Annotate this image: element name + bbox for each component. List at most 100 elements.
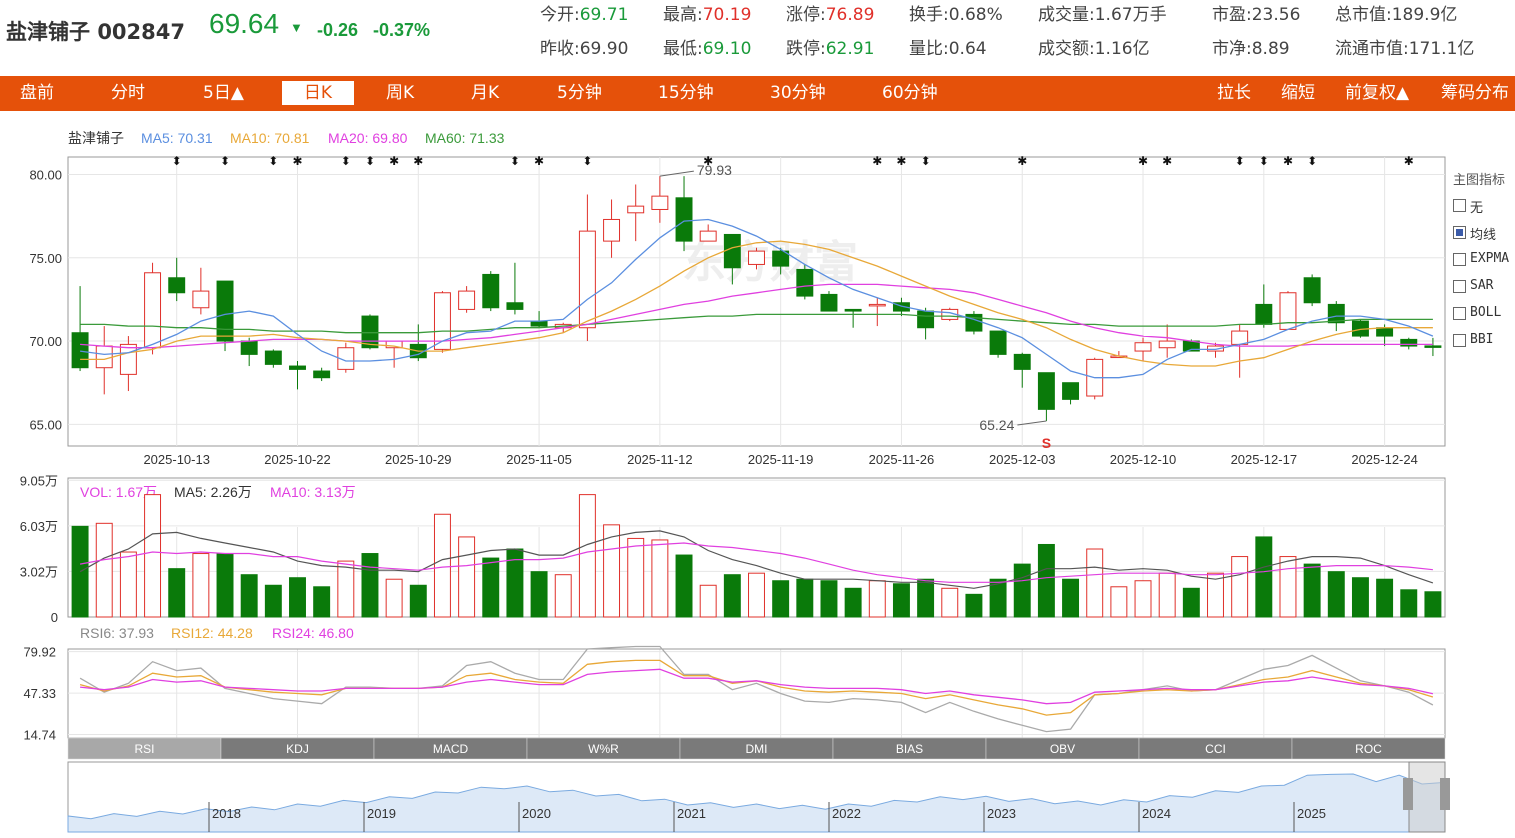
candle-body[interactable]	[1400, 338, 1418, 347]
volume-bar[interactable]	[1400, 589, 1418, 618]
nav-tab-8[interactable]: 30分钟	[770, 81, 826, 105]
volume-bar[interactable]	[1110, 586, 1128, 618]
candle-body[interactable]	[482, 273, 500, 309]
candle-body[interactable]	[313, 370, 331, 379]
volume-bar[interactable]	[1182, 587, 1200, 618]
indicator-checkbox[interactable]	[1453, 199, 1466, 212]
volume-bar[interactable]	[723, 574, 741, 618]
volume-bar[interactable]	[119, 551, 137, 618]
candle-body[interactable]	[71, 332, 89, 369]
nav-action-2[interactable]: 前复权▲	[1345, 81, 1409, 105]
candle-body[interactable]	[1376, 327, 1394, 337]
volume-bar[interactable]	[168, 568, 186, 618]
volume-bar[interactable]	[699, 584, 717, 618]
volume-bar[interactable]	[554, 574, 572, 618]
nav-tab-6[interactable]: 5分钟	[557, 81, 602, 105]
nav-tab-7[interactable]: 15分钟	[658, 81, 714, 105]
nav-tab-3[interactable]: 日K	[282, 81, 354, 105]
volume-bar[interactable]	[1231, 556, 1249, 618]
volume-bar[interactable]	[289, 577, 306, 618]
volume-bar[interactable]	[1351, 577, 1369, 618]
nav-action-0[interactable]: 拉长	[1217, 81, 1251, 105]
nav-tab-1[interactable]: 分时	[111, 81, 145, 105]
candle-body[interactable]	[578, 230, 596, 329]
nav-tab-5[interactable]: 月K	[471, 81, 499, 105]
candle-body[interactable]	[844, 308, 862, 312]
nav-tab-9[interactable]: 60分钟	[882, 81, 938, 105]
stock-chart[interactable]: 2025-10-13 2025-10-22 2025-10-29 2025-11-05…	[0, 112, 1515, 833]
nav-tab-4[interactable]: 周K	[386, 81, 414, 105]
volume-bar[interactable]	[458, 536, 476, 618]
nav-tab-2[interactable]: 5日▲	[203, 81, 244, 105]
volume-bar[interactable]	[1013, 563, 1031, 618]
candle-body[interactable]	[1037, 372, 1055, 410]
volume-bar[interactable]	[1424, 591, 1442, 618]
candle-body[interactable]	[1303, 277, 1321, 304]
indicator-checkbox[interactable]	[1453, 307, 1466, 320]
candle-body[interactable]	[1231, 330, 1249, 345]
indicator-option-label[interactable]: 均线	[1470, 224, 1496, 243]
volume-bar[interactable]	[1158, 572, 1176, 618]
indicator-option-label[interactable]: SAR	[1470, 278, 1493, 293]
candle-body[interactable]	[917, 310, 935, 329]
volume-bar[interactable]	[892, 583, 910, 618]
candle-body[interactable]	[361, 315, 379, 349]
overview-handle-right[interactable]	[1440, 778, 1450, 810]
candle-body[interactable]	[675, 197, 693, 242]
overview-handle-left[interactable]	[1403, 778, 1413, 810]
volume-bar[interactable]	[675, 554, 693, 618]
volume-bar[interactable]	[240, 574, 258, 618]
volume-bar[interactable]	[264, 584, 282, 618]
candle-body[interactable]	[192, 290, 210, 309]
candle-body[interactable]	[651, 195, 669, 210]
candle-body[interactable]	[699, 230, 717, 242]
volume-bar[interactable]	[1062, 578, 1080, 618]
candle-body[interactable]	[144, 272, 162, 349]
volume-bar[interactable]	[95, 522, 113, 618]
candle-body[interactable]	[168, 277, 186, 294]
volume-bar[interactable]	[337, 560, 355, 618]
candle-body[interactable]	[1158, 340, 1176, 349]
candle-body[interactable]	[1013, 353, 1031, 370]
volume-bar[interactable]	[796, 578, 814, 618]
volume-bar[interactable]	[917, 578, 935, 618]
volume-bar[interactable]	[868, 580, 886, 618]
nav-tab-0[interactable]: 盘前	[20, 81, 54, 105]
volume-bar[interactable]	[748, 572, 765, 618]
indicator-option-label[interactable]: EXPMA	[1470, 251, 1509, 266]
indicator-checkbox[interactable]	[1453, 253, 1466, 266]
volume-bar[interactable]	[1086, 548, 1104, 618]
candle-body[interactable]	[989, 330, 1007, 355]
candle-body[interactable]	[820, 293, 838, 312]
candle-body[interactable]	[1279, 292, 1297, 330]
volume-bar[interactable]	[433, 513, 451, 618]
volume-bar[interactable]	[313, 586, 331, 618]
candle-body[interactable]	[530, 320, 548, 327]
volume-bar[interactable]	[1327, 571, 1345, 618]
candle-body[interactable]	[1327, 303, 1345, 324]
volume-bar[interactable]	[941, 587, 959, 618]
candle-body[interactable]	[1255, 303, 1273, 325]
volume-bar[interactable]	[844, 587, 862, 618]
indicator-checkbox[interactable]	[1453, 280, 1466, 293]
volume-bar[interactable]	[627, 537, 645, 618]
volume-bar[interactable]	[71, 525, 89, 618]
candle-body[interactable]	[264, 350, 282, 365]
candle-body[interactable]	[796, 268, 814, 297]
nav-action-1[interactable]: 缩短	[1281, 81, 1315, 105]
volume-bar[interactable]	[1037, 543, 1055, 618]
indicator-option-label[interactable]: 无	[1470, 197, 1483, 216]
candle-body[interactable]	[119, 343, 137, 375]
volume-bar[interactable]	[651, 539, 669, 618]
candle-body[interactable]	[216, 280, 234, 342]
candle-body[interactable]	[1134, 342, 1152, 352]
volume-bar[interactable]	[1376, 578, 1394, 618]
candle-body[interactable]	[1424, 345, 1442, 348]
volume-bar[interactable]	[1303, 563, 1321, 618]
indicator-option-label[interactable]: BOLL	[1470, 305, 1501, 320]
indicator-option-label[interactable]: BBI	[1470, 332, 1493, 347]
volume-bar[interactable]	[409, 584, 427, 618]
volume-bar[interactable]	[1134, 580, 1152, 618]
volume-bar[interactable]	[772, 580, 790, 618]
volume-bar[interactable]	[578, 494, 596, 618]
